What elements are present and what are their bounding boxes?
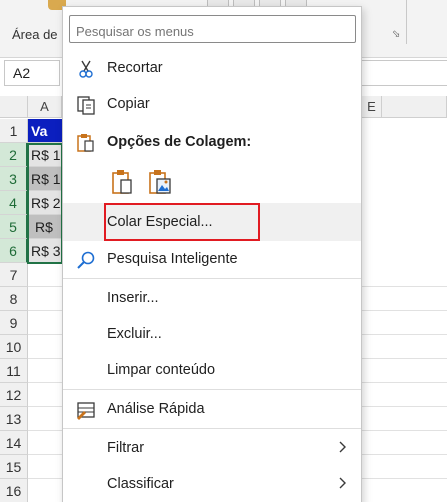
row-header[interactable]: 16 xyxy=(0,479,28,502)
menu-item-label: Recortar xyxy=(107,60,163,76)
menu-item-label: Classificar xyxy=(107,476,174,492)
cell-a5[interactable]: R$ xyxy=(28,215,62,239)
menu-item-smart-lookup[interactable]: Pesquisa Inteligente xyxy=(63,241,361,277)
ribbon-separator xyxy=(406,0,407,44)
menu-item-label: Limpar conteúdo xyxy=(107,362,216,378)
menu-item-cut[interactable]: Recortar xyxy=(63,50,361,86)
row-header[interactable]: 4 xyxy=(0,191,28,215)
chevron-right-icon xyxy=(339,441,346,453)
menu-divider xyxy=(63,428,361,429)
cell-a6[interactable]: R$ 3 xyxy=(28,239,62,263)
menu-item-label: Inserir... xyxy=(107,290,159,306)
menu-item-insert[interactable]: Inserir... xyxy=(63,280,361,316)
row-header[interactable]: 14 xyxy=(0,431,28,455)
menu-item-delete[interactable]: Excluir... xyxy=(63,316,361,352)
cell-a1[interactable]: Va xyxy=(28,119,62,143)
menu-item-label: Pesquisa Inteligente xyxy=(107,251,238,267)
paste-options-header: Opções de Colagem: xyxy=(63,124,361,160)
row-header[interactable]: 6 xyxy=(0,239,28,263)
search-icon xyxy=(77,251,95,269)
paste-options-label: Opções de Colagem: xyxy=(107,134,252,150)
chevron-right-icon xyxy=(339,477,346,489)
column-header-e[interactable]: E xyxy=(362,96,382,118)
menu-item-label: Análise Rápida xyxy=(107,401,205,417)
row-header[interactable]: 5 xyxy=(0,215,28,239)
select-all-corner[interactable] xyxy=(0,96,28,118)
clipboard-icon xyxy=(77,134,94,152)
row-header[interactable]: 12 xyxy=(0,383,28,407)
row-header[interactable]: 7 xyxy=(0,263,28,287)
menu-item-clear-contents[interactable]: Limpar conteúdo xyxy=(63,352,361,388)
row-header[interactable]: 15 xyxy=(0,455,28,479)
copy-icon xyxy=(77,96,95,115)
column-header-f[interactable] xyxy=(382,96,447,118)
quick-analysis-icon xyxy=(77,402,95,420)
cell-a4[interactable]: R$ 2 xyxy=(28,191,62,215)
row-header[interactable]: 13 xyxy=(0,407,28,431)
column-header-a[interactable]: A xyxy=(28,96,62,118)
formula-bar[interactable] xyxy=(360,60,447,86)
menu-item-sort[interactable]: Classificar xyxy=(63,466,361,502)
row-header[interactable]: 11 xyxy=(0,359,28,383)
row-header[interactable]: 3 xyxy=(0,167,28,191)
cell-a2[interactable]: R$ 1 xyxy=(28,143,62,167)
row-header[interactable]: 10 xyxy=(0,335,28,359)
menu-item-copy[interactable]: Copiar xyxy=(63,86,361,122)
menu-item-label: Copiar xyxy=(107,96,150,112)
menu-item-label: Filtrar xyxy=(107,440,145,456)
menu-item-filter[interactable]: Filtrar xyxy=(63,430,361,466)
clipboard-group-label: Área de xyxy=(12,27,58,42)
menu-search-input[interactable] xyxy=(69,15,356,43)
name-box[interactable]: A2 xyxy=(4,60,60,86)
cell-a3[interactable]: R$ 1 xyxy=(28,167,62,191)
menu-item-label: Excluir... xyxy=(107,326,162,342)
context-menu: Recortar Copiar Opções de Colagem: Colar… xyxy=(62,6,362,502)
menu-divider xyxy=(63,389,361,390)
menu-item-paste-special[interactable]: Colar Especial... xyxy=(63,203,361,241)
paste-picture-icon[interactable] xyxy=(147,167,173,197)
menu-divider xyxy=(63,278,361,279)
row-header[interactable]: 9 xyxy=(0,311,28,335)
dialog-launcher-icon[interactable]: ⬂ xyxy=(392,29,400,40)
menu-item-label: Colar Especial... xyxy=(107,214,213,230)
scissors-icon xyxy=(79,60,93,78)
paste-icon[interactable] xyxy=(109,167,135,197)
row-header[interactable]: 1 xyxy=(0,119,28,143)
row-header[interactable]: 8 xyxy=(0,287,28,311)
row-header[interactable]: 2 xyxy=(0,143,28,167)
menu-item-quick-analysis[interactable]: Análise Rápida xyxy=(63,391,361,427)
